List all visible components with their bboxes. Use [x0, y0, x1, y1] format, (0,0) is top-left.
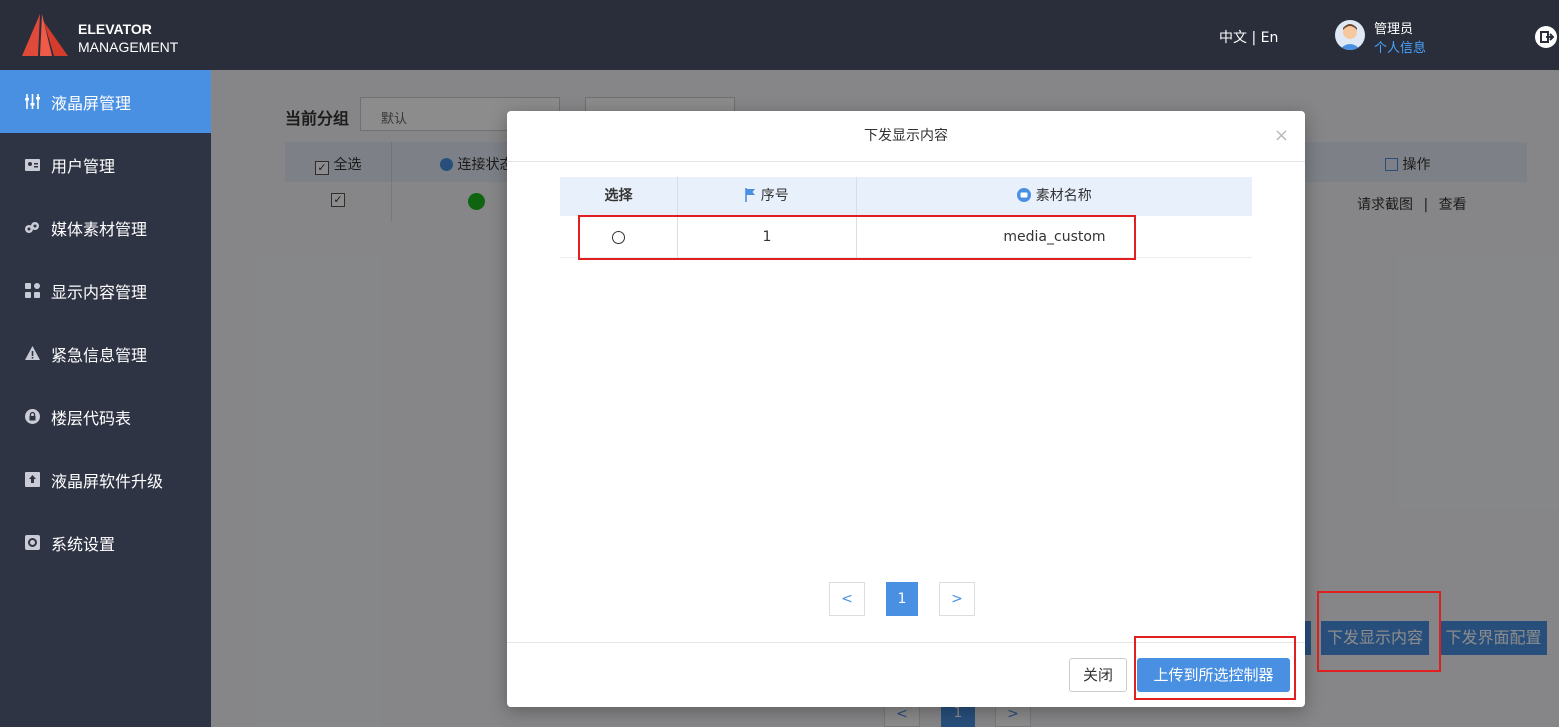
- elevator-logo: [22, 14, 68, 56]
- dialog-page-number-button[interactable]: 1: [886, 582, 918, 616]
- sidebar-item-label: 显示内容管理: [51, 282, 148, 302]
- language-switch: 中文 | En: [1219, 27, 1278, 47]
- brand-line2: MANAGEMENT: [78, 39, 179, 55]
- user-name: 管理员: [1374, 22, 1414, 37]
- flag-icon: [745, 188, 756, 202]
- dialog-title: 下发显示内容: [507, 111, 1305, 162]
- user-card-icon: [24, 156, 41, 173]
- media-table-header: 选择 序号 素材名称: [560, 177, 1252, 216]
- sidebar-item-system-settings[interactable]: 系统设置: [0, 511, 211, 574]
- lang-zh-link[interactable]: 中文: [1219, 30, 1247, 46]
- avatar[interactable]: [1335, 20, 1365, 50]
- lock-icon: [24, 408, 41, 425]
- name-column-label: 素材名称: [1035, 188, 1092, 204]
- highlight-box-row: [578, 215, 1136, 260]
- grid-icon: [24, 282, 41, 299]
- sidebar: 液晶屏管理 用户管理 媒体素材管理 显示内容管理 紧急信息管理 楼层代码表 液晶…: [0, 70, 211, 727]
- highlight-box-push-content: [1317, 591, 1441, 672]
- brand-line1: ELEVATOR: [78, 21, 152, 37]
- dialog-page-next-button[interactable]: >: [939, 582, 975, 616]
- close-button[interactable]: 关闭: [1069, 658, 1127, 692]
- sidebar-item-floor-codes[interactable]: 楼层代码表: [0, 385, 211, 448]
- highlight-box-upload: [1134, 636, 1296, 700]
- upload-icon: [24, 471, 41, 488]
- sidebar-item-display-content[interactable]: 显示内容管理: [0, 259, 211, 322]
- warning-icon: [24, 345, 41, 362]
- index-column-header: 序号: [678, 177, 856, 216]
- sidebar-item-label: 楼层代码表: [51, 408, 132, 428]
- logout-icon: [1540, 31, 1555, 43]
- lang-separator: |: [1251, 30, 1257, 46]
- material-icon: [1017, 188, 1032, 202]
- sidebar-item-media-management[interactable]: 媒体素材管理: [0, 196, 211, 259]
- lang-en-link[interactable]: En: [1261, 30, 1279, 46]
- close-icon[interactable]: ×: [1274, 125, 1289, 146]
- user-avatar-icon: [1339, 24, 1361, 50]
- name-column-header: 素材名称: [857, 177, 1252, 216]
- logout-button[interactable]: [1535, 26, 1557, 48]
- select-column-header: 选择: [604, 188, 633, 204]
- sidebar-item-label: 系统设置: [51, 534, 116, 554]
- media-icon: [24, 219, 41, 236]
- sidebar-item-user-management[interactable]: 用户管理: [0, 133, 211, 196]
- gear-icon: [24, 534, 41, 551]
- top-bar: ELEVATOR MANAGEMENT 中文 | En 管理员 个人信息: [0, 0, 1559, 70]
- sidebar-item-label: 紧急信息管理: [51, 345, 148, 365]
- push-content-dialog: 下发显示内容 × 选择 序号 素材名称 1 media_custom < 1 >…: [507, 111, 1305, 707]
- sidebar-item-label: 用户管理: [51, 156, 116, 176]
- sidebar-item-emergency-info[interactable]: 紧急信息管理: [0, 322, 211, 385]
- sidebar-item-software-upgrade[interactable]: 液晶屏软件升级: [0, 448, 211, 511]
- profile-link[interactable]: 个人信息: [1374, 37, 1426, 56]
- index-column-label: 序号: [760, 188, 789, 204]
- sidebar-item-lcd-management[interactable]: 液晶屏管理: [0, 70, 211, 133]
- sidebar-item-label: 液晶屏管理: [51, 93, 132, 113]
- brand-text: ELEVATOR MANAGEMENT: [78, 20, 178, 56]
- sidebar-item-label: 液晶屏软件升级: [51, 471, 164, 491]
- sidebar-item-label: 媒体素材管理: [51, 219, 148, 239]
- dialog-page-prev-button[interactable]: <: [829, 582, 865, 616]
- sliders-icon: [24, 93, 41, 110]
